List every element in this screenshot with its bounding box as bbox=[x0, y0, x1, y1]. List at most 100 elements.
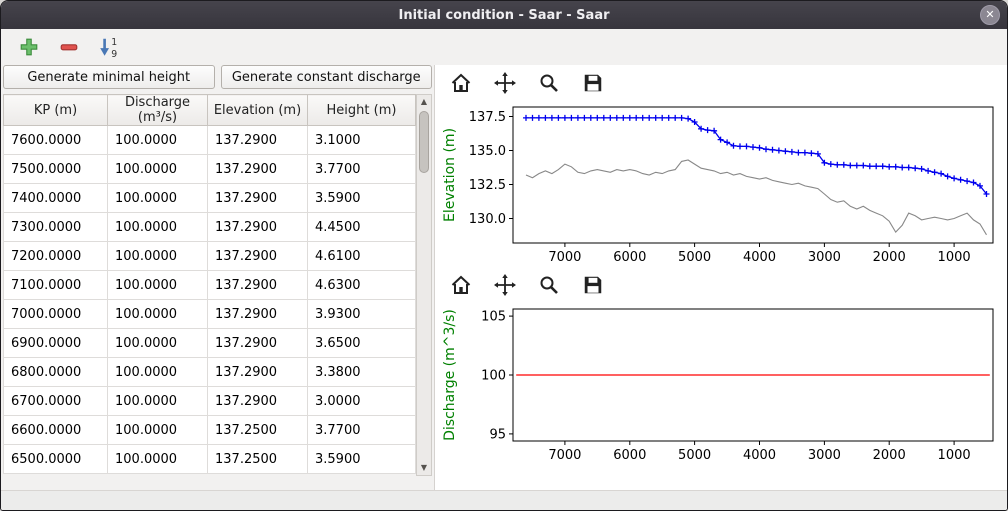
table-cell[interactable]: 137.2900 bbox=[208, 184, 308, 213]
table-cell[interactable]: 137.2900 bbox=[208, 213, 308, 242]
vertical-scrollbar[interactable]: ▲ ▼ bbox=[416, 94, 432, 476]
table-row[interactable]: 7000.0000100.0000137.29003.9300 bbox=[4, 300, 416, 329]
table-cell[interactable]: 137.2900 bbox=[208, 300, 308, 329]
zoom-button[interactable] bbox=[537, 71, 561, 95]
table-cell[interactable]: 3.7700 bbox=[308, 155, 416, 184]
home-button[interactable] bbox=[449, 273, 473, 297]
table-row[interactable]: 7200.0000100.0000137.29004.6100 bbox=[4, 242, 416, 271]
generate-constant-discharge-button[interactable]: Generate constant discharge bbox=[221, 65, 433, 89]
table-row[interactable]: 6600.0000100.0000137.25003.7700 bbox=[4, 416, 416, 445]
table-cell[interactable]: 7600.0000 bbox=[4, 126, 108, 155]
table-cell[interactable]: 3.0000 bbox=[308, 387, 416, 416]
table-row[interactable]: 6900.0000100.0000137.29003.6500 bbox=[4, 329, 416, 358]
scroll-down-icon[interactable]: ▼ bbox=[417, 461, 431, 475]
scrollbar-track[interactable] bbox=[417, 109, 431, 461]
home-button[interactable] bbox=[449, 71, 473, 95]
table-cell[interactable]: 137.2900 bbox=[208, 358, 308, 387]
table-cell[interactable]: 3.7700 bbox=[308, 416, 416, 445]
table-cell[interactable]: 137.2900 bbox=[208, 242, 308, 271]
table-cell[interactable]: 137.2900 bbox=[208, 126, 308, 155]
table-cell[interactable]: 3.9300 bbox=[308, 300, 416, 329]
save-button[interactable] bbox=[581, 273, 605, 297]
table-cell[interactable]: 4.6300 bbox=[308, 271, 416, 300]
table-cell[interactable]: 100.0000 bbox=[108, 416, 208, 445]
svg-text:3000: 3000 bbox=[808, 250, 841, 265]
table-cell[interactable]: 7100.0000 bbox=[4, 271, 108, 300]
table-cell[interactable]: 137.2500 bbox=[208, 416, 308, 445]
table-cell[interactable]: 137.2900 bbox=[208, 271, 308, 300]
table-row[interactable]: 7100.0000100.0000137.29004.6300 bbox=[4, 271, 416, 300]
table-cell[interactable]: 100.0000 bbox=[108, 358, 208, 387]
table-cell[interactable]: 7300.0000 bbox=[4, 213, 108, 242]
generate-minimal-height-button[interactable]: Generate minimal height bbox=[3, 65, 215, 89]
table-cell[interactable]: 100.0000 bbox=[108, 271, 208, 300]
statusbar bbox=[1, 490, 1007, 510]
table-cell[interactable]: 100.0000 bbox=[108, 445, 208, 474]
svg-text:6000: 6000 bbox=[613, 448, 646, 463]
svg-text:7000: 7000 bbox=[548, 448, 581, 463]
table-cell[interactable]: 137.2900 bbox=[208, 387, 308, 416]
table-cell[interactable]: 137.2500 bbox=[208, 445, 308, 474]
add-row-button[interactable] bbox=[17, 35, 41, 59]
save-button[interactable] bbox=[581, 71, 605, 95]
table-cell[interactable]: 137.2900 bbox=[208, 329, 308, 358]
table-cell[interactable]: 3.5900 bbox=[308, 184, 416, 213]
svg-text:105: 105 bbox=[481, 310, 506, 325]
svg-text:2000: 2000 bbox=[873, 448, 906, 463]
table-cell[interactable]: 100.0000 bbox=[108, 213, 208, 242]
home-icon bbox=[450, 72, 472, 94]
table-cell[interactable]: 100.0000 bbox=[108, 126, 208, 155]
table-cell[interactable]: 7500.0000 bbox=[4, 155, 108, 184]
svg-text:137.5: 137.5 bbox=[469, 110, 506, 125]
remove-row-button[interactable] bbox=[57, 35, 81, 59]
titlebar[interactable]: Initial condition - Saar - Saar ✕ bbox=[1, 1, 1007, 29]
table-cell[interactable]: 137.2900 bbox=[208, 155, 308, 184]
main-content: Generate minimal height Generate constan… bbox=[1, 65, 1007, 490]
svg-text:Elevation (m): Elevation (m) bbox=[442, 128, 458, 222]
table-cell[interactable]: 100.0000 bbox=[108, 242, 208, 271]
pan-button[interactable] bbox=[493, 273, 517, 297]
table-cell[interactable]: 7400.0000 bbox=[4, 184, 108, 213]
plus-icon bbox=[19, 37, 39, 57]
close-icon[interactable]: ✕ bbox=[980, 5, 1000, 25]
table-cell[interactable]: 6500.0000 bbox=[4, 445, 108, 474]
table-row[interactable]: 7600.0000100.0000137.29003.1000 bbox=[4, 126, 416, 155]
discharge-chart[interactable]: 700060005000400030002000100095100105Disc… bbox=[439, 301, 1005, 467]
app-toolbar: 1 9 bbox=[1, 29, 1007, 65]
table-cell[interactable]: 100.0000 bbox=[108, 300, 208, 329]
table-cell[interactable]: 3.3800 bbox=[308, 358, 416, 387]
table-cell[interactable]: 7000.0000 bbox=[4, 300, 108, 329]
table-cell[interactable]: 100.0000 bbox=[108, 155, 208, 184]
pan-button[interactable] bbox=[493, 71, 517, 95]
table-cell[interactable]: 3.5900 bbox=[308, 445, 416, 474]
table-cell[interactable]: 4.6100 bbox=[308, 242, 416, 271]
table-cell[interactable]: 100.0000 bbox=[108, 329, 208, 358]
table-cell[interactable]: 3.6500 bbox=[308, 329, 416, 358]
table-row[interactable]: 7500.0000100.0000137.29003.7700 bbox=[4, 155, 416, 184]
zoom-button[interactable] bbox=[537, 273, 561, 297]
save-icon bbox=[582, 274, 604, 296]
window-title: Initial condition - Saar - Saar bbox=[1, 8, 1007, 23]
sort-rows-button[interactable]: 1 9 bbox=[97, 35, 121, 59]
table-row[interactable]: 6500.0000100.0000137.25003.5900 bbox=[4, 445, 416, 474]
table-cell[interactable]: 6900.0000 bbox=[4, 329, 108, 358]
table-row[interactable]: 7300.0000100.0000137.29004.4500 bbox=[4, 213, 416, 242]
table-cell[interactable]: 3.1000 bbox=[308, 126, 416, 155]
table-cell[interactable]: 6800.0000 bbox=[4, 358, 108, 387]
scroll-up-icon[interactable]: ▲ bbox=[417, 95, 431, 109]
table-cell[interactable]: 100.0000 bbox=[108, 387, 208, 416]
scrollbar-thumb[interactable] bbox=[419, 111, 429, 173]
table-cell[interactable]: 6600.0000 bbox=[4, 416, 108, 445]
table-row[interactable]: 6800.0000100.0000137.29003.3800 bbox=[4, 358, 416, 387]
column-header: Height (m) bbox=[308, 95, 416, 126]
table-row[interactable]: 6700.0000100.0000137.29003.0000 bbox=[4, 387, 416, 416]
table-cell[interactable]: 4.4500 bbox=[308, 213, 416, 242]
table-row[interactable]: 7400.0000100.0000137.29003.5900 bbox=[4, 184, 416, 213]
table-cell[interactable]: 6700.0000 bbox=[4, 387, 108, 416]
generate-buttons-row: Generate minimal height Generate constan… bbox=[3, 65, 432, 89]
elevation-chart[interactable]: 7000600050004000300020001000130.0132.513… bbox=[439, 99, 1005, 269]
svg-text:5000: 5000 bbox=[678, 250, 711, 265]
table-cell[interactable]: 100.0000 bbox=[108, 184, 208, 213]
table-panel: Generate minimal height Generate constan… bbox=[1, 65, 434, 490]
table-cell[interactable]: 7200.0000 bbox=[4, 242, 108, 271]
